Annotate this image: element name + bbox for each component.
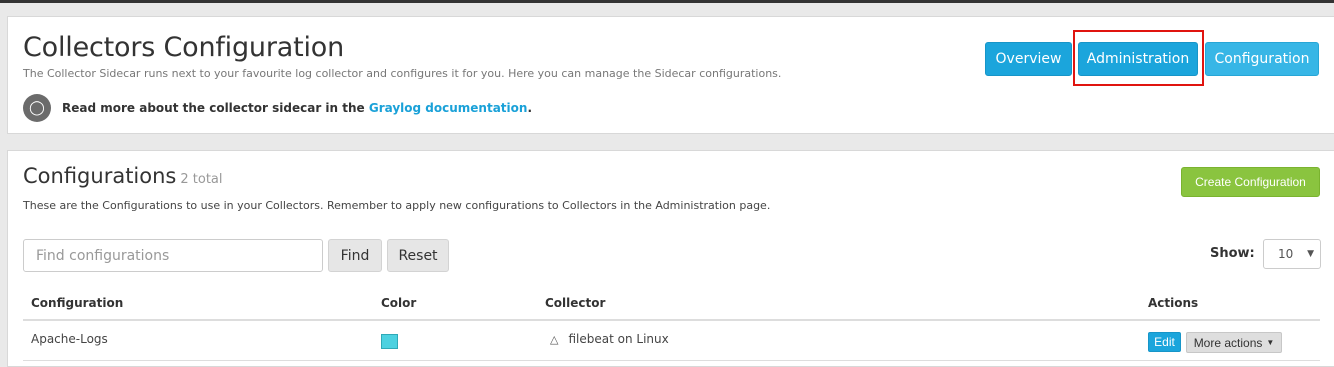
graylog-documentation-link[interactable]: Graylog documentation	[369, 101, 528, 115]
documentation-text-suffix: .	[527, 101, 532, 115]
page-header-panel: Collectors Configuration The Collector S…	[7, 16, 1334, 134]
documentation-info: ◯ Read more about the collector sidecar …	[23, 94, 532, 122]
documentation-text-prefix: Read more about the collector sidecar in…	[62, 101, 369, 115]
page-subtitle: The Collector Sidecar runs next to your …	[23, 67, 782, 80]
configuration-name: Apache-Logs	[31, 332, 108, 346]
find-button[interactable]: Find	[328, 239, 382, 272]
linux-icon: △	[550, 333, 559, 346]
column-header-color[interactable]: Color	[381, 296, 416, 310]
configurations-description: These are the Configurations to use in y…	[23, 199, 771, 212]
color-swatch	[381, 334, 398, 349]
administration-button[interactable]: Administration	[1078, 42, 1198, 76]
column-header-collector[interactable]: Collector	[545, 296, 605, 310]
column-header-actions: Actions	[1148, 296, 1199, 310]
caret-down-icon: ▼	[1266, 338, 1275, 347]
reset-button[interactable]: Reset	[387, 239, 449, 272]
table-row: Apache-Logs △ filebeat on Linux Edit More…	[23, 323, 1320, 361]
page-title: Collectors Configuration	[23, 32, 344, 63]
configurations-count: 2 total	[180, 172, 223, 187]
documentation-text: Read more about the collector sidecar in…	[62, 101, 532, 115]
edit-button[interactable]: Edit	[1148, 332, 1181, 352]
page-size-value: 10	[1278, 247, 1294, 261]
configurations-panel: Configurations 2 total These are the Conf…	[7, 150, 1334, 367]
create-configuration-button[interactable]: Create Configuration	[1181, 167, 1320, 197]
top-border	[0, 0, 1334, 3]
page-size-label: Show:	[1210, 246, 1255, 261]
configuration-button[interactable]: Configuration	[1205, 42, 1319, 76]
more-actions-label: More actions	[1193, 335, 1263, 350]
configurations-title-text: Configurations	[23, 164, 177, 188]
table-header: Configuration Color Collector Actions	[23, 291, 1320, 321]
chevron-down-icon: ▼	[1307, 249, 1314, 259]
column-header-configuration[interactable]: Configuration	[31, 296, 123, 310]
lightbulb-icon: ◯	[23, 94, 51, 122]
find-configurations-input[interactable]	[23, 239, 323, 272]
collector-name: filebeat on Linux	[568, 332, 669, 346]
configurations-title: Configurations 2 total	[23, 164, 223, 188]
collector-cell: △ filebeat on Linux	[550, 332, 669, 346]
page-size-select[interactable]: 10 ▼	[1263, 239, 1321, 269]
more-actions-button[interactable]: More actions ▼	[1186, 332, 1282, 353]
overview-button[interactable]: Overview	[985, 42, 1072, 76]
